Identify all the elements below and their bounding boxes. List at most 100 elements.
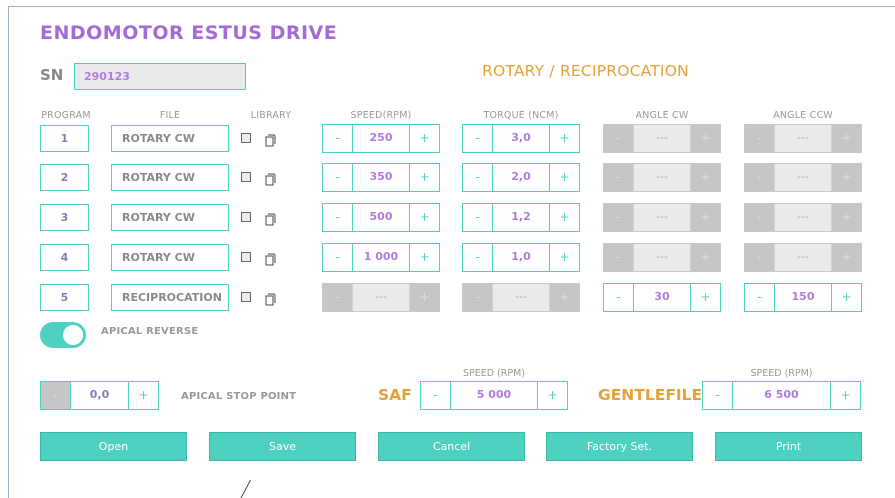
speed-value[interactable]: 500: [352, 204, 410, 231]
sn-label: SN: [40, 66, 64, 84]
program-file[interactable]: ROTARY CW: [111, 125, 229, 152]
torque-value[interactable]: 1,0: [492, 244, 550, 271]
speed-stepper: - 1 000 +: [322, 243, 440, 272]
gentlefile-speed-value[interactable]: 6 500: [732, 382, 831, 409]
speed-minus-button[interactable]: -: [323, 125, 352, 152]
program-file[interactable]: ROTARY CW: [111, 164, 229, 191]
angle-cw-stepper: - 30 +: [603, 283, 721, 312]
torque-plus-button[interactable]: +: [550, 244, 579, 271]
angle-ccw-value[interactable]: 150: [774, 284, 832, 311]
factory-settings-button[interactable]: Factory Set.: [546, 432, 693, 461]
library-checkbox[interactable]: [241, 133, 251, 143]
torque-value: ---: [492, 284, 550, 311]
copy-icon[interactable]: [265, 132, 276, 147]
angle-ccw-stepper: - --- +: [744, 124, 862, 153]
angle-ccw-stepper: - --- +: [744, 163, 862, 192]
apical-stop-stepper: - 0,0 +: [40, 381, 159, 410]
angle-ccw-plus-button[interactable]: +: [832, 284, 861, 311]
speed-minus-button: -: [323, 284, 352, 311]
sn-field[interactable]: 290123: [74, 63, 246, 90]
angle-cw-plus-button[interactable]: +: [691, 284, 720, 311]
torque-minus-button[interactable]: -: [463, 164, 492, 191]
torque-value[interactable]: 1,2: [492, 204, 550, 231]
angle-ccw-plus-button: +: [832, 244, 861, 271]
copy-icon[interactable]: [265, 211, 276, 226]
program-number[interactable]: 1: [40, 125, 89, 152]
torque-plus-button[interactable]: +: [550, 125, 579, 152]
header-speed: SPEED(RPM): [350, 110, 412, 121]
saf-speed-value[interactable]: 5 000: [450, 382, 538, 409]
gentlefile-speed-header: SPEED (RPM): [750, 368, 813, 379]
library-checkbox[interactable]: [241, 252, 251, 262]
save-button[interactable]: Save: [209, 432, 356, 461]
copy-icon[interactable]: [265, 251, 276, 266]
library-checkbox[interactable]: [241, 292, 251, 302]
speed-minus-button[interactable]: -: [323, 164, 352, 191]
print-button[interactable]: Print: [715, 432, 862, 461]
speed-plus-button[interactable]: +: [410, 204, 439, 231]
angle-ccw-plus-button: +: [832, 164, 861, 191]
saf-label: SAF: [378, 386, 412, 404]
angle-cw-value: ---: [633, 244, 691, 271]
angle-cw-stepper: - --- +: [603, 163, 721, 192]
speed-plus-button[interactable]: +: [410, 164, 439, 191]
speed-plus-button: +: [410, 284, 439, 311]
copy-icon[interactable]: [265, 171, 276, 186]
torque-plus-button[interactable]: +: [550, 164, 579, 191]
speed-value[interactable]: 350: [352, 164, 410, 191]
apical-reverse-toggle[interactable]: [40, 322, 86, 348]
library-checkbox[interactable]: [241, 172, 251, 182]
apical-stop-value[interactable]: 0,0: [70, 382, 129, 409]
program-number[interactable]: 5: [40, 284, 89, 311]
angle-cw-value: ---: [633, 204, 691, 231]
gentlefile-minus-button[interactable]: -: [703, 382, 732, 409]
angle-ccw-minus-button: -: [745, 164, 774, 191]
torque-plus-button: +: [550, 284, 579, 311]
torque-minus-button[interactable]: -: [463, 125, 492, 152]
saf-minus-button[interactable]: -: [421, 382, 450, 409]
library-checkbox[interactable]: [241, 212, 251, 222]
angle-cw-stepper: - --- +: [603, 203, 721, 232]
speed-plus-button[interactable]: +: [410, 125, 439, 152]
torque-stepper: - 1,2 +: [462, 203, 580, 232]
program-file[interactable]: ROTARY CW: [111, 204, 229, 231]
mode-title: ROTARY / RECIPROCATION: [482, 62, 689, 80]
apical-stop-plus-button[interactable]: +: [129, 382, 158, 409]
gentlefile-speed-stepper: - 6 500 +: [702, 381, 861, 410]
program-number[interactable]: 2: [40, 164, 89, 191]
program-number[interactable]: 3: [40, 204, 89, 231]
torque-plus-button[interactable]: +: [550, 204, 579, 231]
torque-minus-button[interactable]: -: [463, 204, 492, 231]
angle-cw-minus-button: -: [604, 204, 633, 231]
gentlefile-label: GENTLEFILE: [598, 386, 703, 404]
copy-icon[interactable]: [265, 291, 276, 306]
angle-cw-minus-button: -: [604, 244, 633, 271]
angle-ccw-value: ---: [774, 125, 832, 152]
speed-minus-button[interactable]: -: [323, 244, 352, 271]
apical-stop-minus-button[interactable]: -: [41, 382, 70, 409]
speed-stepper: - --- +: [322, 283, 440, 312]
speed-minus-button[interactable]: -: [323, 204, 352, 231]
saf-plus-button[interactable]: +: [538, 382, 567, 409]
angle-cw-value[interactable]: 30: [633, 284, 691, 311]
angle-cw-plus-button: +: [691, 244, 720, 271]
cancel-button[interactable]: Cancel: [378, 432, 525, 461]
torque-minus-button[interactable]: -: [463, 244, 492, 271]
program-file[interactable]: RECIPROCATION: [111, 284, 229, 311]
program-file[interactable]: ROTARY CW: [111, 244, 229, 271]
program-number[interactable]: 4: [40, 244, 89, 271]
angle-ccw-minus-button[interactable]: -: [745, 284, 774, 311]
speed-value[interactable]: 250: [352, 125, 410, 152]
torque-value[interactable]: 2,0: [492, 164, 550, 191]
open-button[interactable]: Open: [40, 432, 187, 461]
angle-cw-minus-button[interactable]: -: [604, 284, 633, 311]
torque-value[interactable]: 3,0: [492, 125, 550, 152]
header-program: PROGRAM: [41, 110, 91, 121]
apical-stop-label: APICAL STOP POINT: [181, 391, 297, 402]
gentlefile-plus-button[interactable]: +: [831, 382, 860, 409]
header-file: FILE: [159, 110, 181, 121]
angle-ccw-plus-button: +: [832, 125, 861, 152]
angle-cw-stepper: - --- +: [603, 243, 721, 272]
speed-value[interactable]: 1 000: [352, 244, 410, 271]
speed-plus-button[interactable]: +: [410, 244, 439, 271]
